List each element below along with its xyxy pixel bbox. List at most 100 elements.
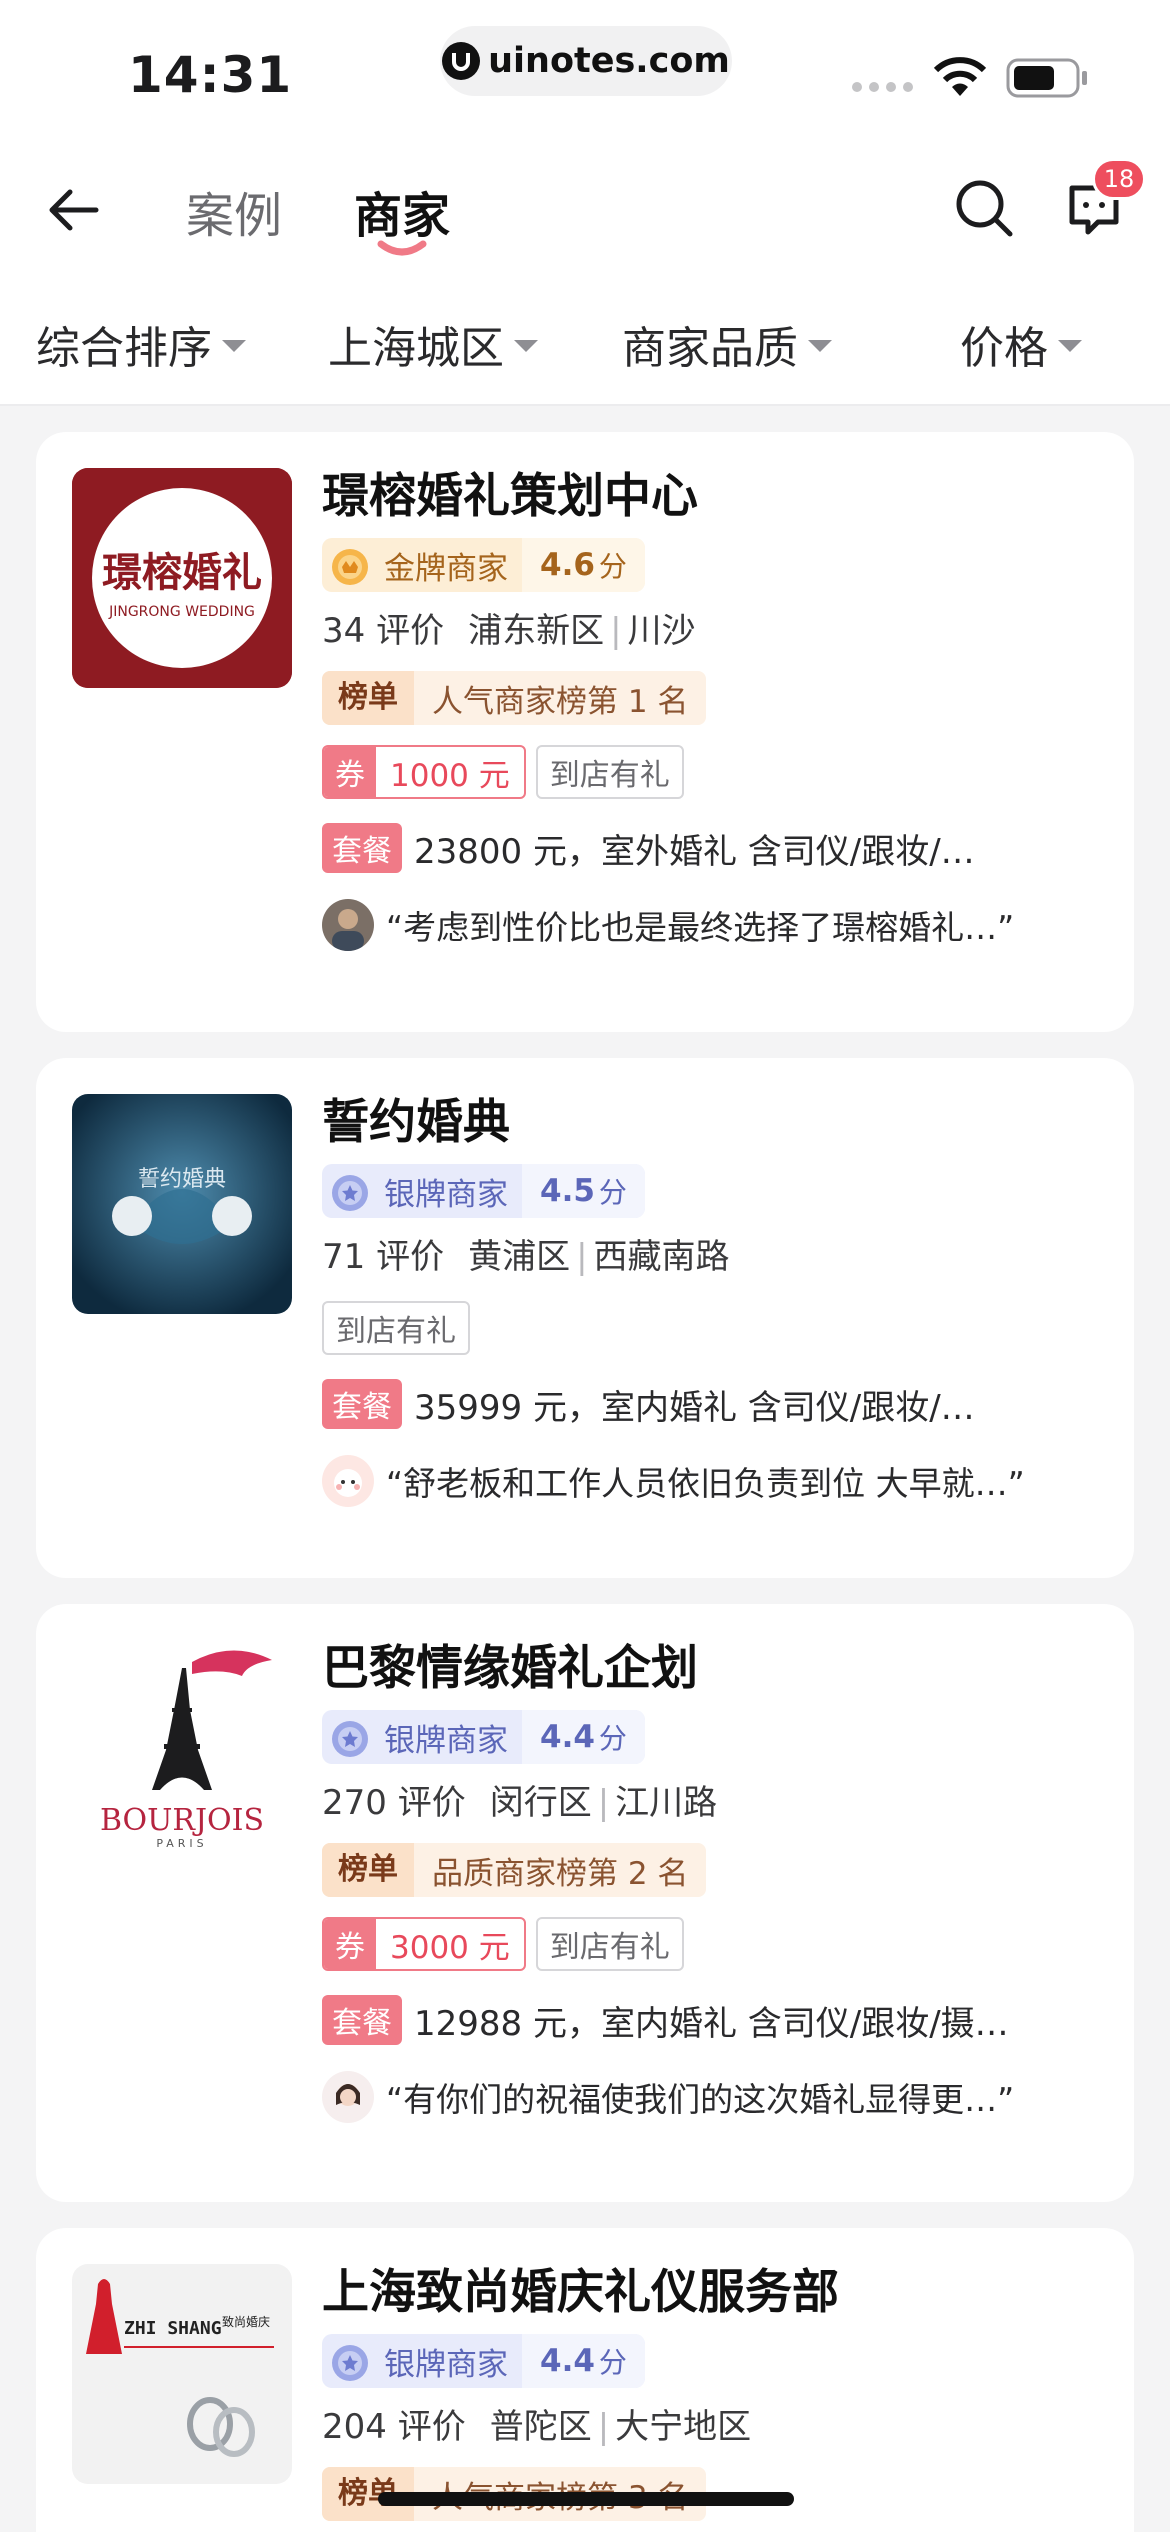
logo-text-sub: PARIS bbox=[156, 1837, 207, 1850]
review-text: “有你们的祝福使我们的这次婚礼显得更…” bbox=[386, 2080, 1015, 2119]
nav-bar: 案例 商家 18 bbox=[0, 140, 1170, 270]
area: 大宁地区 bbox=[615, 2407, 752, 2447]
merchant-card[interactable]: 誓约婚典 誓约婚典 银牌商家 4.5 分 71 评价 黄浦区 | 西藏南路 到店有礼 套… bbox=[36, 1058, 1134, 1578]
merchant-meta: 34 评价 浦东新区 | 川沙 bbox=[322, 611, 696, 651]
score-value: 4.4 bbox=[540, 1719, 595, 1755]
review-count: 34 评价 bbox=[322, 611, 445, 651]
tier-name: 银牌商家 bbox=[384, 1722, 508, 1759]
caret-down-icon bbox=[808, 340, 832, 352]
ranking-badge[interactable]: 榜单 品质商家榜第 2 名 bbox=[322, 1843, 707, 1897]
filter-price[interactable]: 价格 bbox=[960, 312, 1082, 376]
battery-icon bbox=[1006, 58, 1087, 98]
package-row[interactable]: 套餐 23800 元，室外婚礼 含司仪/跟妆/… bbox=[322, 821, 1112, 875]
package-tag: 套餐 bbox=[322, 1379, 402, 1429]
review-count: 204 评价 bbox=[322, 2407, 466, 2447]
rating-score: 4.4 分 bbox=[522, 2334, 645, 2388]
ranking-tag: 榜单 bbox=[322, 671, 414, 725]
rating-score: 4.6 分 bbox=[522, 538, 645, 592]
promo-tags: 到店有礼 bbox=[322, 1301, 1112, 1355]
merchant-logo: BOURJOIS PARIS bbox=[72, 1640, 292, 1860]
package-tag: 套餐 bbox=[322, 1995, 402, 2045]
promo-tags: 券 3000 元 到店有礼 bbox=[322, 1917, 1112, 1971]
coupon-tag[interactable]: 券 3000 元 bbox=[322, 1917, 526, 1971]
coupon-label: 券 bbox=[324, 1919, 376, 1969]
review-text: “考虑到性价比也是最终选择了璟榕婚礼…” bbox=[386, 908, 1015, 947]
filter-sort[interactable]: 综合排序 bbox=[36, 312, 246, 376]
district: 浦东新区 bbox=[468, 611, 605, 651]
filter-bar: 综合排序 上海城区 商家品质 价格 bbox=[0, 270, 1170, 406]
active-tab-indicator bbox=[377, 240, 427, 256]
avatar bbox=[322, 1455, 374, 1507]
caret-down-icon bbox=[222, 340, 246, 352]
tab-cases[interactable]: 案例 bbox=[186, 176, 282, 246]
ranking-badge[interactable]: 榜单 人气商家榜第 1 名 bbox=[322, 671, 707, 725]
area: 西藏南路 bbox=[593, 1237, 730, 1277]
review-count: 270 评价 bbox=[322, 1783, 466, 1823]
status-time: 14:31 bbox=[128, 46, 293, 104]
merchant-card[interactable]: 璟榕婚礼 JINGRONG WEDDING 璟榕婚礼策划中心 金牌商家 4.6 分… bbox=[36, 432, 1134, 1032]
search-icon[interactable] bbox=[952, 176, 1016, 240]
package-text: 23800 元，室外婚礼 含司仪/跟妆/… bbox=[414, 831, 975, 872]
tier-badge: 银牌商家 4.4 分 bbox=[322, 1710, 645, 1764]
review-row[interactable]: “舒老板和工作人员依旧负责到位 大早就…” bbox=[322, 1453, 1112, 1509]
ranking-text: 人气商家榜第 1 名 bbox=[432, 683, 689, 720]
promo-tags: 券 1000 元 到店有礼 bbox=[322, 745, 1112, 799]
review-row[interactable]: “考虑到性价比也是最终选择了璟榕婚礼…” bbox=[322, 897, 1112, 953]
area: 江川路 bbox=[615, 1783, 718, 1823]
merchant-logo: 璟榕婚礼 JINGRONG WEDDING bbox=[72, 468, 292, 688]
tab-merchants[interactable]: 商家 bbox=[354, 176, 450, 246]
logo-text-main: BOURJOIS bbox=[100, 1803, 264, 1838]
url-text: uinotes.com bbox=[488, 41, 730, 81]
filter-quality[interactable]: 商家品质 bbox=[622, 312, 832, 376]
package-row[interactable]: 套餐 12988 元，室内婚礼 含司仪/跟妆/摄… bbox=[322, 1993, 1112, 2047]
score-value: 4.6 bbox=[540, 547, 595, 583]
package-text: 12988 元，室内婚礼 含司仪/跟妆/摄… bbox=[414, 2003, 1009, 2044]
home-indicator[interactable] bbox=[378, 2492, 794, 2506]
logo-text-main: 璟榕婚礼 bbox=[102, 550, 262, 596]
score-value: 4.4 bbox=[540, 2343, 595, 2379]
wifi-icon bbox=[933, 57, 987, 96]
tier-badge: 金牌商家 4.6 分 bbox=[322, 538, 645, 592]
review-count: 71 评价 bbox=[322, 1237, 445, 1277]
review-row[interactable]: “有你们的祝福使我们的这次婚礼显得更…” bbox=[322, 2069, 1112, 2125]
area: 川沙 bbox=[627, 611, 696, 651]
back-arrow-icon[interactable] bbox=[42, 178, 106, 242]
coupon-amount: 3000 元 bbox=[390, 1929, 510, 1966]
site-logo-icon bbox=[442, 42, 481, 80]
coupon-tag[interactable]: 券 1000 元 bbox=[322, 745, 526, 799]
review-text: “舒老板和工作人员依旧负责到位 大早就…” bbox=[386, 1464, 1025, 1503]
logo-text-main: ZHI SHANG bbox=[124, 2318, 222, 2339]
coupon-label: 券 bbox=[324, 747, 376, 797]
silver-medal-icon bbox=[332, 1721, 368, 1757]
merchant-name: 上海致尚婚庆礼仪服务部 bbox=[322, 2265, 839, 2320]
coupon-amount: 1000 元 bbox=[390, 757, 510, 794]
package-tag: 套餐 bbox=[322, 823, 402, 873]
filter-district[interactable]: 上海城区 bbox=[328, 312, 538, 376]
url-pill[interactable]: uinotes.com bbox=[440, 26, 732, 96]
rating-score: 4.4 分 bbox=[522, 1710, 645, 1764]
filter-label: 价格 bbox=[960, 323, 1048, 374]
gold-medal-icon bbox=[332, 549, 368, 585]
gift-tag: 到店有礼 bbox=[322, 1301, 470, 1355]
district: 黄浦区 bbox=[468, 1237, 571, 1277]
merchant-card[interactable]: ZHI SHANG 致尚婚庆 上海致尚婚庆礼仪服务部 银牌商家 4.4 分 204… bbox=[36, 2228, 1134, 2532]
package-row[interactable]: 套餐 35999 元，室内婚礼 含司仪/跟妆/… bbox=[322, 1377, 1112, 1431]
tier-name: 银牌商家 bbox=[384, 1176, 508, 1213]
tier-name: 金牌商家 bbox=[384, 550, 508, 587]
logo-text-sub: 致尚婚庆 bbox=[222, 2315, 270, 2329]
score-value: 4.5 bbox=[540, 1173, 595, 1209]
tier-name: 银牌商家 bbox=[384, 2346, 508, 2383]
message-button[interactable]: 18 bbox=[1062, 158, 1146, 246]
tier-badge: 银牌商家 4.4 分 bbox=[322, 2334, 645, 2388]
message-count-badge: 18 bbox=[1092, 158, 1146, 200]
merchant-card[interactable]: BOURJOIS PARIS 巴黎情缘婚礼企划 银牌商家 4.4 分 270 评价… bbox=[36, 1604, 1134, 2202]
avatar bbox=[322, 899, 374, 951]
silver-medal-icon bbox=[332, 1175, 368, 1211]
caret-down-icon bbox=[1058, 340, 1082, 352]
package-text: 35999 元，室内婚礼 含司仪/跟妆/… bbox=[414, 1387, 975, 1428]
score-unit: 分 bbox=[598, 1722, 627, 1755]
merchant-meta: 71 评价 黄浦区 | 西藏南路 bbox=[322, 1237, 730, 1277]
merchant-meta: 204 评价 普陀区 | 大宁地区 bbox=[322, 2407, 752, 2447]
score-unit: 分 bbox=[598, 550, 627, 583]
merchant-name: 璟榕婚礼策划中心 bbox=[322, 469, 698, 524]
